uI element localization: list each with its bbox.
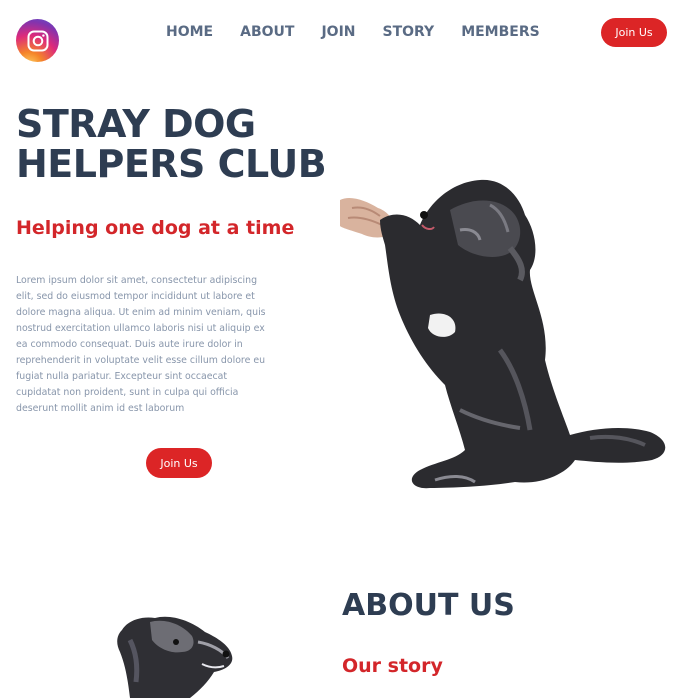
dog-shaking-hand-image	[340, 179, 666, 489]
nav-story[interactable]: STORY	[383, 24, 435, 40]
hero-title: STRAY DOG HELPERS CLUB	[16, 102, 327, 186]
instagram-logo[interactable]	[16, 19, 59, 62]
dog-portrait-image	[117, 616, 233, 698]
hero-body-text: Lorem ipsum dolor sit amet, consectetur …	[16, 275, 266, 414]
instagram-icon	[27, 30, 48, 51]
nav-members[interactable]: MEMBERS	[461, 24, 540, 40]
about-subtitle: Our story	[342, 655, 443, 677]
about-title: ABOUT US	[342, 588, 515, 623]
nav-join[interactable]: JOIN	[321, 24, 355, 40]
hero-join-button[interactable]: Join Us	[146, 448, 212, 478]
main-nav: HOME ABOUT JOIN STORY MEMBERS	[166, 24, 567, 40]
nav-home[interactable]: HOME	[166, 24, 213, 40]
hero-subtitle: Helping one dog at a time	[16, 217, 295, 239]
nav-about[interactable]: ABOUT	[240, 24, 294, 40]
header-join-button[interactable]: Join Us	[601, 18, 667, 47]
